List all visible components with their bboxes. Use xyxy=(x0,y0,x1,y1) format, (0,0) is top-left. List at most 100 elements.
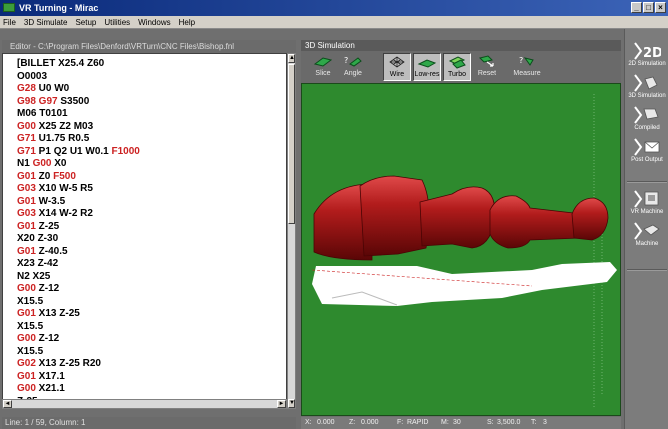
scroll-up-arrow-icon[interactable]: ▲ xyxy=(288,54,295,63)
maximize-button[interactable]: □ xyxy=(643,2,654,13)
code-line[interactable]: G01 X17.1 xyxy=(17,371,65,382)
sidebar-item-label: 2D Simulation xyxy=(628,61,666,67)
gcode-text: X13 Z-25 xyxy=(35,308,80,319)
gcode-text: S3500 xyxy=(57,95,90,107)
window-title: VR Turning - Mirac xyxy=(19,3,99,13)
sidebar-item-label: VR Machine xyxy=(630,209,664,215)
code-line[interactable]: X15.5 xyxy=(17,321,43,332)
sidebar-item-vr-machine[interactable]: VR Machine xyxy=(625,189,668,215)
gcode-text: U1.75 R0.5 xyxy=(35,133,90,144)
scroll-left-arrow-icon[interactable]: ◄ xyxy=(3,400,12,408)
turbo-button[interactable]: Turbo xyxy=(443,53,471,81)
code-line[interactable]: G01 X13 Z-25 xyxy=(17,308,80,319)
sidebar-item-label: Machine xyxy=(635,241,659,247)
scroll-thumb[interactable] xyxy=(288,64,295,224)
menu-file[interactable]: File xyxy=(0,16,20,27)
scroll-down-arrow-icon[interactable]: ▼ xyxy=(288,399,295,408)
code-line[interactable]: G00 Z-12 xyxy=(17,333,59,344)
gcode-keyword: G01 xyxy=(17,308,36,319)
code-line[interactable]: G00 X21.1 xyxy=(17,383,65,394)
gcode-keyword: G01 xyxy=(17,245,36,257)
code-line[interactable]: G01 Z-25 xyxy=(17,221,59,232)
sidebar-divider xyxy=(627,269,667,271)
measure-button[interactable]: ? Measure xyxy=(509,53,545,81)
code-line[interactable]: G71 P1 Q2 U1 W0.1 F1000 xyxy=(17,146,140,157)
wire-button[interactable]: Wire xyxy=(383,53,411,81)
code-line[interactable]: G01 Z0 F500 xyxy=(17,171,76,182)
low-res-button[interactable]: Low-res xyxy=(413,53,441,81)
sidebar-item-compiled[interactable]: Compiled xyxy=(625,105,668,131)
code-editor[interactable]: [BILLET X25.4 Z60 O0003 G28 U0 W0 G98 G97 S… xyxy=(2,53,287,409)
gcode-text: N1 xyxy=(17,158,33,169)
sidebar-item-2d-simulation[interactable]: 2D 2D Simulation xyxy=(625,41,668,67)
menu-help[interactable]: Help xyxy=(175,16,199,27)
code-line[interactable]: N2 X25 xyxy=(17,271,50,282)
turbo-icon xyxy=(448,56,466,69)
stock-material xyxy=(312,262,617,306)
menu-utilities[interactable]: Utilities xyxy=(100,16,134,27)
measure-icon: ? xyxy=(519,56,534,66)
menu-3d-simulate[interactable]: 3D Simulate xyxy=(20,16,72,27)
sidebar-item-3d-simulation[interactable]: 3D Simulation xyxy=(625,73,668,99)
svg-text:?: ? xyxy=(344,56,348,65)
feed-value: RAPID xyxy=(407,419,429,426)
svg-text:2D: 2D xyxy=(643,46,661,61)
slice-button[interactable]: Slice xyxy=(309,53,337,81)
z-coordinate-label: Z: xyxy=(349,419,356,426)
sidebar-item-label: 3D Simulation xyxy=(628,93,666,99)
sidebar-item-machine[interactable]: Machine xyxy=(625,221,668,247)
gcode-text: X0 xyxy=(51,158,67,169)
code-line[interactable]: O0003 xyxy=(17,71,47,82)
gcode-keyword: G28 xyxy=(17,83,36,94)
code-line[interactable]: [BILLET X25.4 Z60 xyxy=(17,58,104,69)
wire-icon xyxy=(389,56,405,68)
code-line[interactable]: G01 Z-40.5 xyxy=(17,246,68,257)
editor-horizontal-scrollbar[interactable]: ◄ ► xyxy=(2,399,287,409)
sidebar-item-post-output[interactable]: Post Output xyxy=(625,137,668,163)
code-line[interactable]: G98 G97 S3500 xyxy=(17,96,89,107)
code-line[interactable]: N1 G00 X0 xyxy=(17,158,66,169)
gcode-text: X23 Z-42 xyxy=(17,258,59,269)
m-code-label: M: xyxy=(441,419,449,426)
gcode-keyword: G00 xyxy=(32,158,52,169)
menu-setup[interactable]: Setup xyxy=(71,16,100,27)
close-button[interactable]: × xyxy=(655,2,666,13)
feed-label: F: xyxy=(397,419,404,426)
gcode-keyword: G01 xyxy=(17,195,36,207)
gcode-keyword: G71 xyxy=(17,133,36,144)
editor-vertical-scrollbar[interactable]: ▲ ▼ xyxy=(287,53,296,409)
code-line[interactable]: X15.5 xyxy=(17,296,43,307)
minimize-button[interactable]: _ xyxy=(631,2,642,13)
code-line[interactable]: G01 W-3.5 xyxy=(17,196,65,207)
gcode-text: X10 W-5 R5 xyxy=(35,183,93,194)
gcode-keyword: G03 xyxy=(17,208,36,219)
x-coordinate-value: 0.000 xyxy=(317,419,335,426)
workpiece-render xyxy=(311,94,617,407)
code-line[interactable]: X20 Z-30 xyxy=(17,233,58,244)
gcode-text: U0 W0 xyxy=(35,83,70,94)
wire-label: Wire xyxy=(389,71,405,78)
simulation-viewport[interactable] xyxy=(301,83,621,416)
code-line[interactable]: G02 X13 Z-25 R20 xyxy=(17,358,101,369)
code-line[interactable]: G00 Z-12 xyxy=(17,283,59,294)
scroll-right-arrow-icon[interactable]: ► xyxy=(277,400,286,408)
code-line[interactable]: G03 X14 W-2 R2 xyxy=(17,208,93,219)
gcode-text: N2 X25 xyxy=(17,270,51,282)
code-line[interactable]: G71 U1.75 R0.5 xyxy=(17,133,89,144)
code-line[interactable]: M06 T0101 xyxy=(17,108,68,119)
gcode-text: Z-40.5 xyxy=(35,245,68,257)
menu-windows[interactable]: Windows xyxy=(134,16,174,27)
code-line[interactable]: G03 X10 W-5 R5 xyxy=(17,183,93,194)
right-sidebar: 2D 2D Simulation 3D Simulation Compiled … xyxy=(624,29,668,429)
code-line[interactable]: X23 Z-42 xyxy=(17,258,58,269)
reset-button[interactable]: Reset xyxy=(473,53,501,81)
code-line[interactable]: X15.5 xyxy=(17,346,43,357)
angle-label: Angle xyxy=(344,70,362,77)
angle-button[interactable]: ? Angle xyxy=(339,53,367,81)
2d-simulation-icon: 2D xyxy=(634,42,661,61)
code-line[interactable]: G28 U0 W0 xyxy=(17,83,69,94)
z-coordinate-value: 0.000 xyxy=(361,419,379,426)
code-line[interactable]: G00 X25 Z2 M03 xyxy=(17,121,93,132)
workpiece-tip xyxy=(571,197,609,241)
post-output-icon xyxy=(634,138,660,156)
